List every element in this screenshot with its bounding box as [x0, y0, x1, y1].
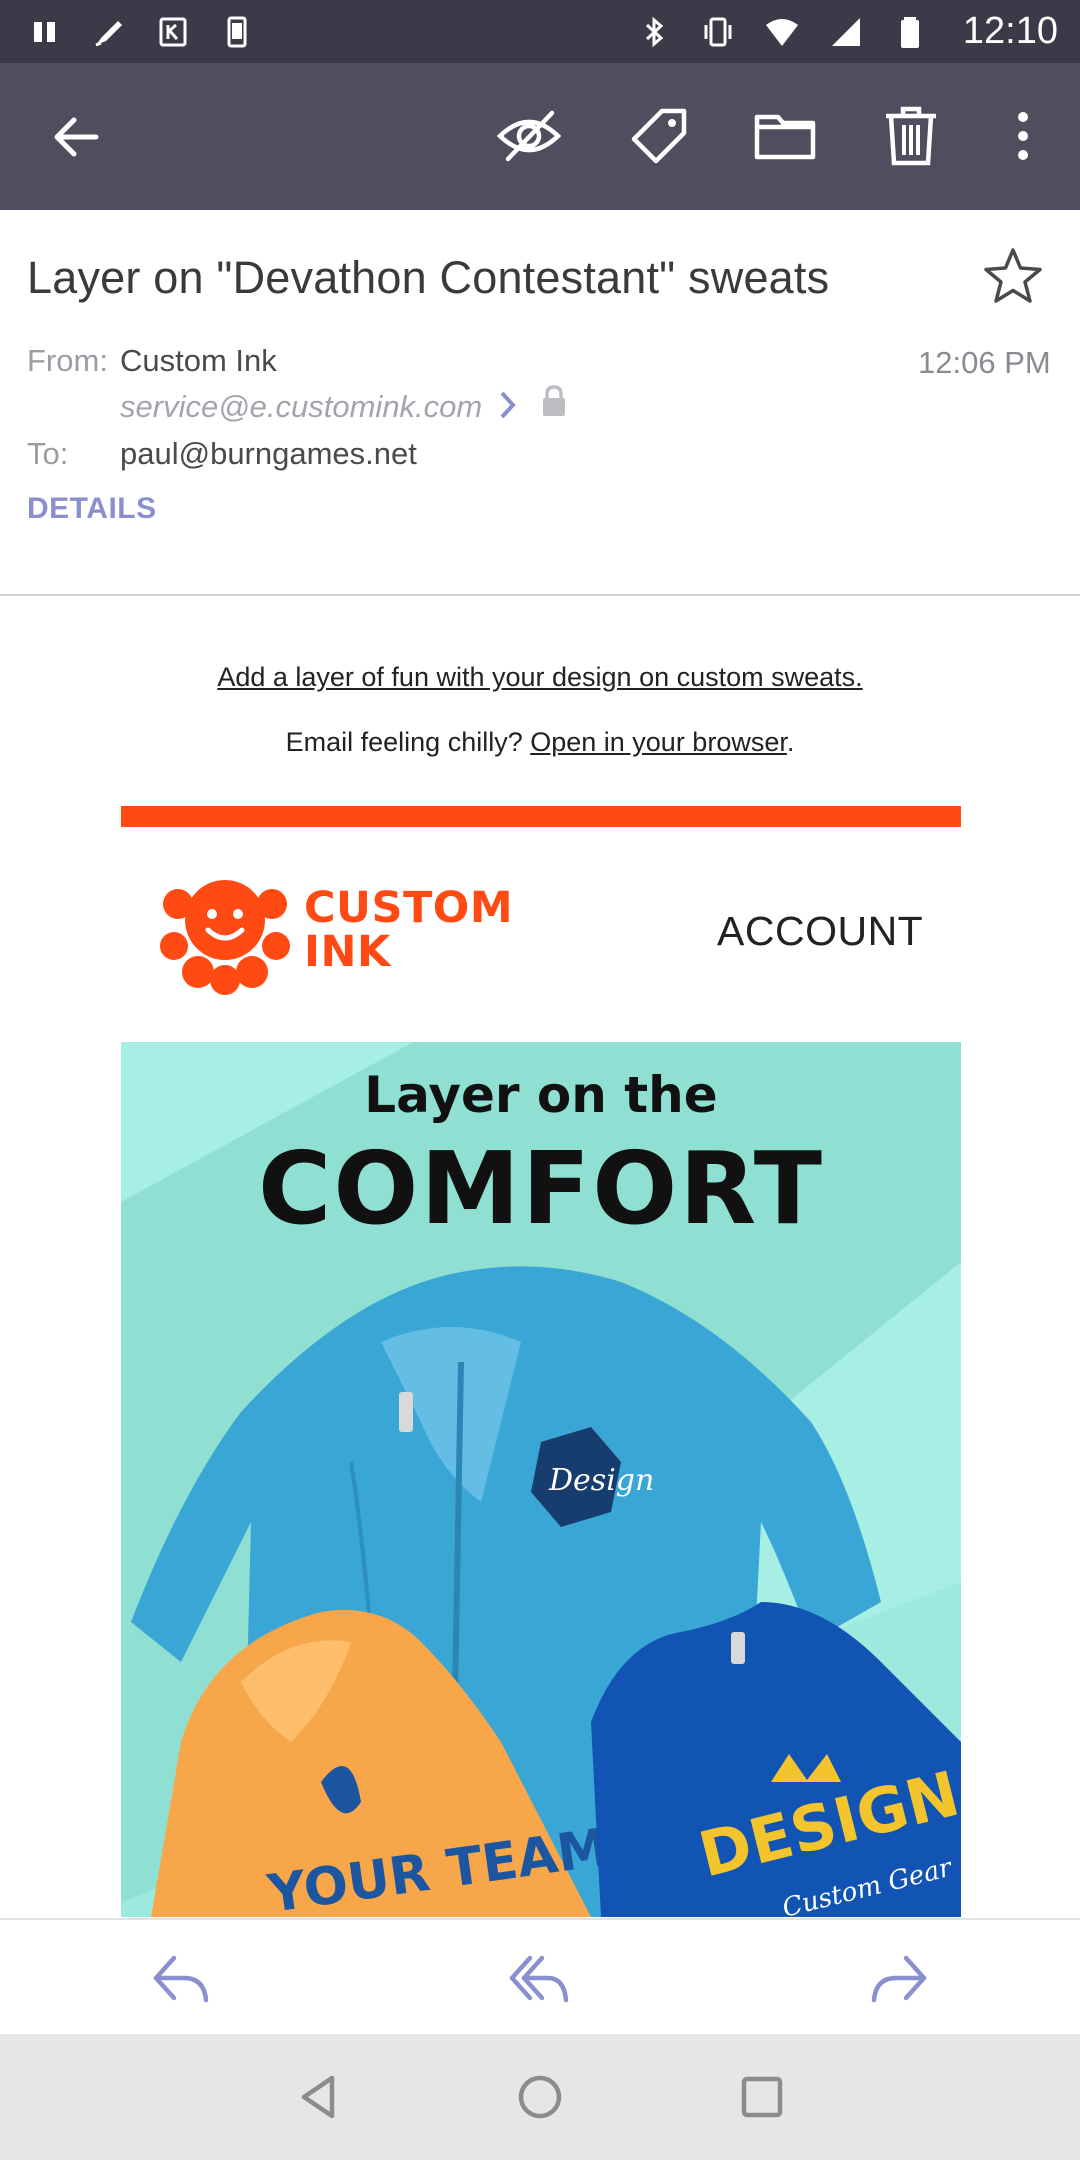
hero-patch-text: Design — [548, 1463, 654, 1498]
bottom-action-bar — [0, 1918, 1080, 2034]
battery-icon — [900, 16, 919, 48]
cell-signal-icon — [831, 17, 860, 46]
back-arrow-icon[interactable] — [46, 107, 106, 167]
phone-icon — [227, 16, 247, 47]
reply-all-icon[interactable] — [508, 1950, 568, 2006]
browser-notice: Email feeling chilly? Open in your brows… — [0, 727, 1080, 758]
star-icon[interactable] — [982, 246, 1044, 308]
bluetooth-icon — [645, 16, 664, 47]
nav-home-icon[interactable] — [515, 2072, 565, 2122]
from-name[interactable]: Custom Ink — [120, 343, 277, 379]
chevron-right-icon[interactable] — [496, 388, 520, 422]
forward-icon[interactable] — [870, 1950, 930, 2006]
status-right-icons: 12:10 — [637, 10, 1058, 53]
vibrate-icon — [704, 17, 732, 46]
header-divider — [0, 594, 1080, 596]
browser-notice-text: Email feeling chilly? — [285, 727, 531, 757]
hero-headline-2: COMFORT — [258, 1130, 824, 1247]
status-bar: 12:10 — [0, 0, 1080, 63]
custom-ink-logo-icon[interactable] — [160, 868, 290, 996]
hero-headline-1: Layer on the — [364, 1066, 718, 1124]
account-link[interactable]: ACCOUNT — [717, 908, 923, 955]
folder-icon[interactable] — [752, 103, 818, 169]
open-in-browser-link[interactable]: Open in your browser — [530, 727, 787, 757]
more-vert-icon[interactable] — [990, 103, 1056, 169]
preheader-link[interactable]: Add a layer of fun with your design on c… — [0, 662, 1080, 693]
to-value: paul@burngames.net — [120, 436, 417, 471]
tag-icon[interactable] — [626, 103, 692, 169]
status-left-icons — [28, 15, 254, 49]
browser-notice-period: . — [786, 727, 795, 757]
k-app-icon — [159, 17, 187, 46]
from-email[interactable]: service@e.customink.com — [120, 389, 482, 425]
logo-line-1: CUSTOM — [304, 883, 514, 933]
eye-off-icon[interactable] — [496, 103, 562, 169]
pen-icon — [95, 20, 122, 46]
to-label: To: — [27, 436, 69, 471]
nav-recents-icon[interactable] — [737, 2072, 787, 2122]
custom-ink-logo-text[interactable]: CUSTOM INK — [304, 886, 513, 974]
details-link[interactable]: DETAILS — [27, 492, 157, 526]
lock-icon — [543, 385, 565, 416]
reply-icon[interactable] — [150, 1950, 210, 2006]
email-time: 12:06 PM — [918, 345, 1051, 380]
wifi-icon — [765, 18, 798, 46]
pause-icon — [34, 21, 55, 42]
app-bar — [0, 63, 1080, 210]
navigation-bar — [0, 2034, 1080, 2160]
status-time: 12:10 — [962, 10, 1058, 52]
from-label: From: — [27, 343, 108, 378]
trash-icon[interactable] — [878, 103, 944, 169]
nav-back-icon[interactable] — [294, 2072, 344, 2122]
email-subject: Layer on "Devathon Contestant" sweats — [27, 252, 830, 303]
logo-line-2: INK — [304, 927, 391, 977]
hero-image[interactable]: Design YOUR TEAM DESIGN Custom Gear Laye… — [121, 1042, 961, 1917]
brand-bar — [121, 806, 961, 827]
